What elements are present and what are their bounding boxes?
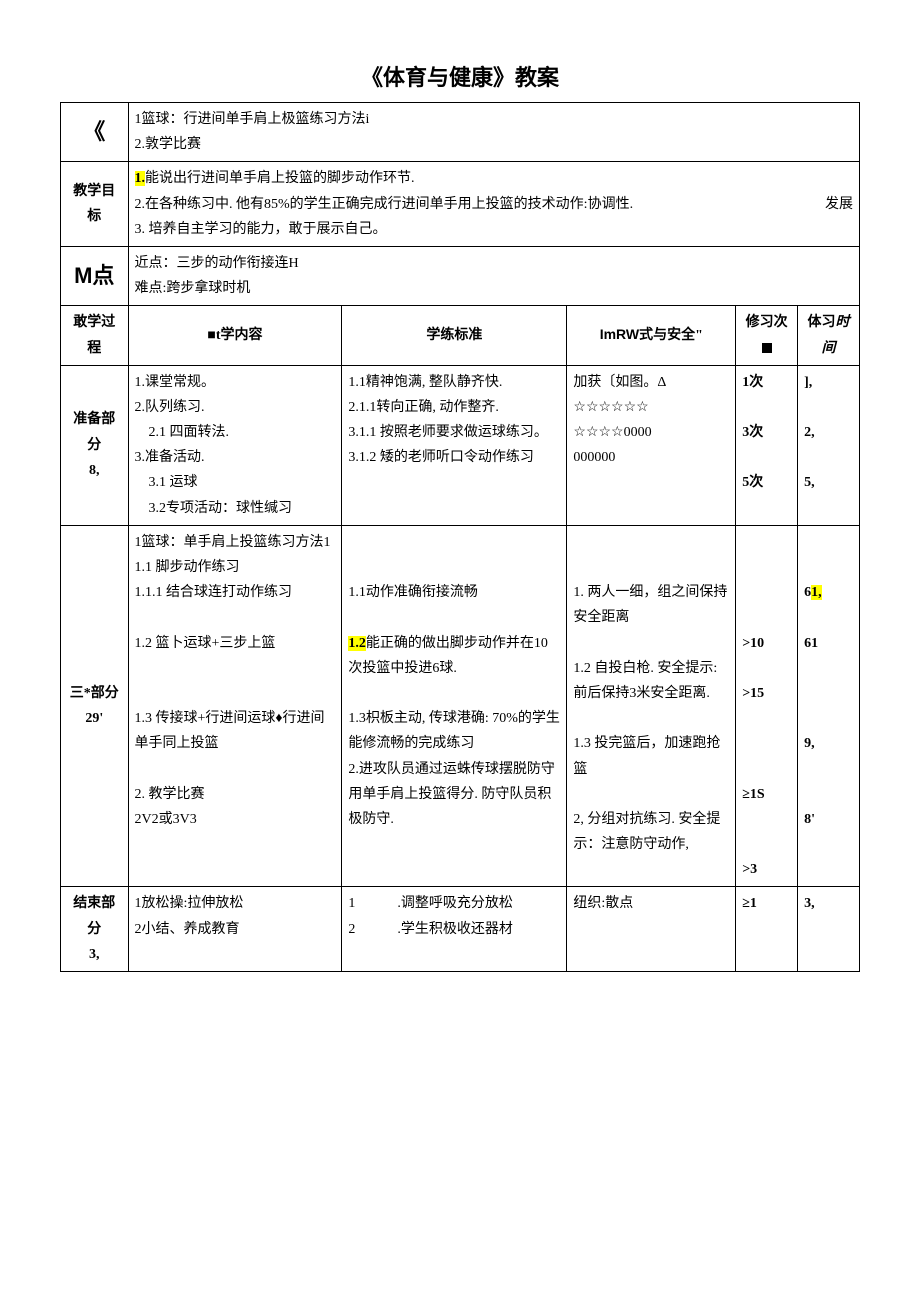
main-content: 1篮球：单手肩上投篮练习方法1 1.1 脚步动作练习 1.1.1 结合球连打动作… <box>128 525 342 887</box>
hdr-time-pre: 体习 <box>808 315 836 330</box>
objectives-content: 1.能说出行进间单手肩上投篮的脚步动作环节. 2.在各种练习中. 他有85%的学… <box>128 162 859 247</box>
obj-1-prefix: 1. <box>135 171 146 186</box>
main-t1b: 1, <box>811 585 822 600</box>
main-c1: 1篮球：单手肩上投篮练习方法1 <box>135 530 336 555</box>
keypoints-content: 近点：三步的动作衔接连H 难点:跨步拿球时机 <box>128 246 859 305</box>
hdr-standard: 学练标准 <box>342 306 567 365</box>
obj-2: 2.在各种练习中. 他有85%的学生正确完成行进间单手用上投篮的技术动作:协调性… <box>135 192 634 217</box>
obj-1: 能说出行进间单手肩上投篮的脚步动作环节. <box>145 171 415 186</box>
main-s12-pre: 1.2 <box>348 636 366 651</box>
row-objectives: 教学目标 1.能说出行进间单手肩上投篮的脚步动作环节. 2.在各种练习中. 他有… <box>61 162 860 247</box>
end-count: ≥1 <box>736 887 798 972</box>
obj-3: 3. 培养自主学习的能力，敢于展示自己。 <box>135 222 387 237</box>
lesson-plan-table: 《 1篮球：行进间单手肩上极篮练习方法i 2.敦学比赛 教学目标 1.能说出行进… <box>60 102 860 972</box>
main-s12: 1.2能正确的做出脚步动作并在10次投篮中投进6球. <box>348 631 560 681</box>
main-time: 61, 61 9, 8' <box>798 525 860 887</box>
main-c13: 1.3 传接球+行进间运球♦行进间单手同上投篮 <box>135 706 336 756</box>
hdr-org-txt: 式与安全" <box>639 328 703 343</box>
main-t3: 9, <box>804 731 853 756</box>
hdr-content-pre: ■t <box>207 328 220 343</box>
prep-time: ], 2, 5, <box>798 365 860 525</box>
hdr-count-txt: 修习次 <box>746 315 788 330</box>
end-time: 3, <box>798 887 860 972</box>
hdr-process: 敢学过程 <box>61 306 129 365</box>
main-o1: 1. 两人一细，组之间保持安全距离 <box>573 580 729 630</box>
main-count: >10 >15 ≥1S >3 <box>736 525 798 887</box>
end-org: 纽织:散点 <box>567 887 736 972</box>
hdr-count: 修习次 <box>736 306 798 365</box>
prep-content: 1.课堂常规。 2.队列练习. 2.1 四面转法. 3.准备活动. 3.1 运球… <box>128 365 342 525</box>
table-header-row: 敢学过程 ■t学内容 学练标准 ImRW式与安全" 修习次 体习时间 <box>61 306 860 365</box>
main-standard: 1.1动作准确衔接流畅 1.2能正确的做出脚步动作并在10次投篮中投进6球. 1… <box>342 525 567 887</box>
obj-2-right: 发展 <box>805 192 853 217</box>
row-main: 三*部分29' 1篮球：单手肩上投篮练习方法1 1.1 脚步动作练习 1.1.1… <box>61 525 860 887</box>
main-t4: 8' <box>804 807 853 832</box>
prep-org: 加获〔如图。Δ ☆☆☆☆☆☆ ☆☆☆☆0000 000000 <box>567 365 736 525</box>
main-s11: 1.1动作准确衔接流畅 <box>348 580 560 605</box>
prep-standard: 1.1精神饱满, 整队静齐快. 2.1.1转向正确, 动作整齐. 3.1.1 按… <box>342 365 567 525</box>
hdr-content: ■t学内容 <box>128 306 342 365</box>
main-c2: 2. 教学比赛 <box>135 782 336 807</box>
main-s2: 2.进攻队员通过运蛛传球摆脱防守用单手肩上投篮得分. 防守队员积极防守. <box>348 757 560 833</box>
main-org: 1. 两人一细，组之间保持安全距离 1.2 自投白枪. 安全提示:前后保持3米安… <box>567 525 736 887</box>
topic-label: 《 <box>61 103 129 162</box>
row-prep: 准备部分 8, 1.课堂常规。 2.队列练习. 2.1 四面转法. 3.准备活动… <box>61 365 860 525</box>
hdr-org: ImRW式与安全" <box>567 306 736 365</box>
row-keypoints: M点 近点：三步的动作衔接连H 难点:跨步拿球时机 <box>61 246 860 305</box>
hdr-org-pre: ImRW <box>600 326 639 342</box>
main-count-txt: >10 >15 ≥1S >3 <box>742 636 764 878</box>
main-o2: 2, 分组对抗练习. 安全提示：注意防守动作, <box>573 807 729 857</box>
end-standard: 1 .调整呼吸充分放松 2 .学生积极收还器材 <box>342 887 567 972</box>
main-o13: 1.3 投完篮后，加速跑抢篮 <box>573 731 729 781</box>
page-title: 《体育与健康》教案 <box>60 60 860 92</box>
main-t2: 61 <box>804 631 853 656</box>
main-c11: 1.1 脚步动作练习 <box>135 555 336 580</box>
main-c12: 1.2 篮卜运球+三步上篮 <box>135 631 336 656</box>
topic-content: 1篮球：行进间单手肩上极篮练习方法i 2.敦学比赛 <box>128 103 859 162</box>
main-label: 三*部分29' <box>61 525 129 887</box>
main-s13: 1.3枳板主动, 传球港确: 70%的学生能修流畅的完成练习 <box>348 706 560 756</box>
square-icon <box>762 343 772 353</box>
row-end: 结束部分 3, 1放松操:拉伸放松 2小结、养成教育 1 .调整呼吸充分放松 2… <box>61 887 860 972</box>
prep-label: 准备部分 8, <box>61 365 129 525</box>
main-s12-txt: 能正确的做出脚步动作并在10次投篮中投进6球. <box>348 636 548 676</box>
keypoints-label: M点 <box>61 246 129 305</box>
end-content: 1放松操:拉伸放松 2小结、养成教育 <box>128 887 342 972</box>
hdr-content-txt: 学内容 <box>220 328 262 343</box>
main-c111: 1.1.1 结合球连打动作练习 <box>135 580 336 605</box>
objectives-label: 教学目标 <box>61 162 129 247</box>
main-c2b: 2V2或3V3 <box>135 807 336 832</box>
prep-count: 1次 3次 5次 <box>736 365 798 525</box>
end-label: 结束部分 3, <box>61 887 129 972</box>
hdr-time: 体习时间 <box>798 306 860 365</box>
main-o12: 1.2 自投白枪. 安全提示:前后保持3米安全距离. <box>573 656 729 706</box>
row-topic: 《 1篮球：行进间单手肩上极篮练习方法i 2.敦学比赛 <box>61 103 860 162</box>
